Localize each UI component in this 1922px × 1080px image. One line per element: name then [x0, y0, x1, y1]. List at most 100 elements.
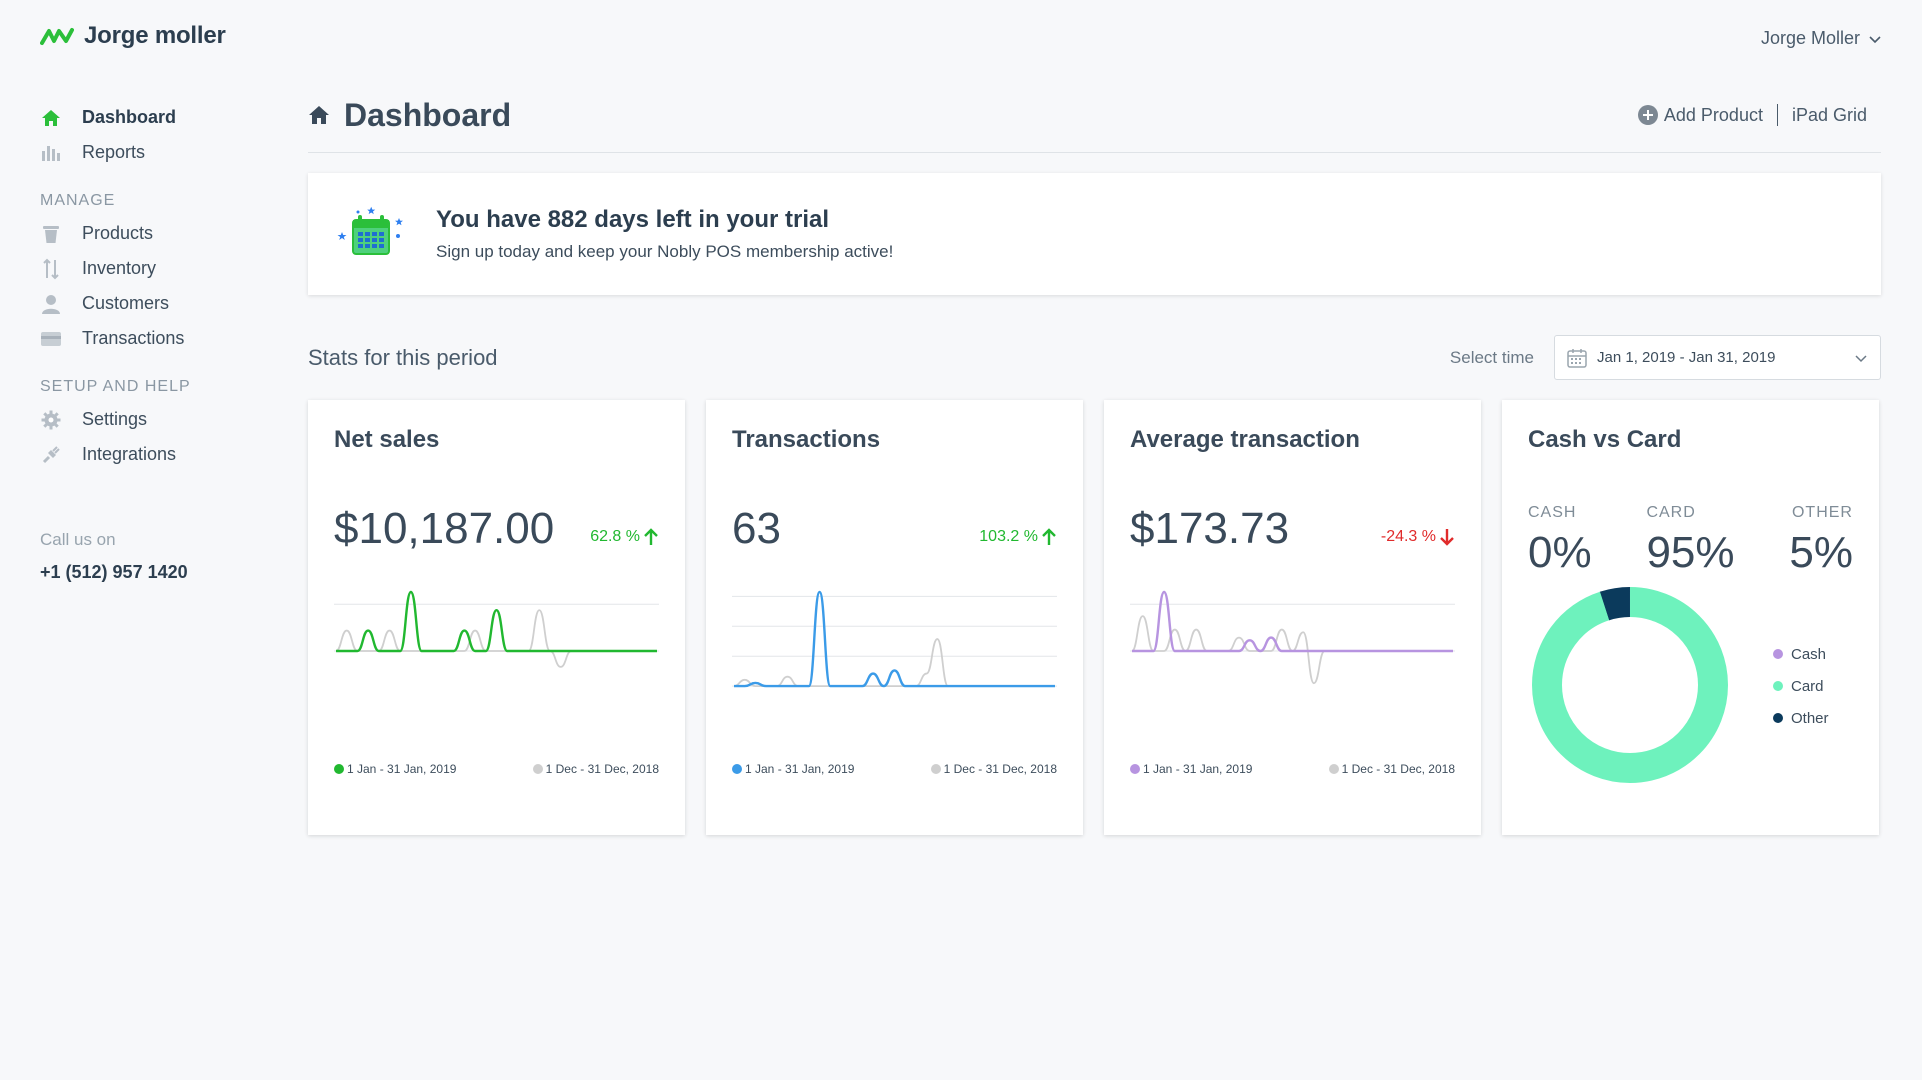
card-icon: [40, 328, 62, 350]
delta-value: -24.3 %: [1380, 528, 1436, 545]
logo-icon: [40, 28, 74, 45]
sidebar-item-label: Dashboard: [82, 107, 177, 127]
sidebar-item-label: Integrations: [82, 444, 177, 464]
gear-icon: [40, 409, 62, 431]
payment-split: CASH 0% CARD 95% OTHER 5%: [1528, 504, 1853, 578]
delta-value: 103.2 %: [979, 528, 1038, 545]
average-transaction-card[interactable]: Average transaction $173.73 -24.3 % 1 Ja…: [1104, 400, 1481, 835]
legend-dot: [930, 764, 941, 774]
trial-banner: You have 882 days left in your trial Sig…: [308, 173, 1881, 295]
net-sales-card[interactable]: Net sales $10,187.00 62.8 % 1 Jan - 31 J…: [308, 400, 685, 835]
transactions-value: 63: [732, 504, 781, 553]
card-title: Transactions: [732, 426, 881, 453]
section-label-manage: MANAGE: [40, 192, 116, 209]
user-menu[interactable]: Jorge Moller: [1761, 28, 1882, 49]
card-title: Net sales: [334, 426, 440, 453]
legend-previous: 1 Dec - 31 Dec, 2018: [532, 762, 659, 776]
legend-label: 1 Jan - 31 Jan, 2019: [1143, 762, 1253, 776]
sidebar-item-label: Reports: [82, 142, 146, 162]
home-icon: [309, 106, 329, 124]
series-line-current: [734, 590, 1055, 688]
sidebar-item-inventory[interactable]: Inventory: [40, 251, 270, 286]
payment-donut-chart: [1532, 587, 1728, 783]
legend-label: Card: [1791, 677, 1824, 695]
legend-dot: [532, 764, 543, 774]
cash-vs-card-card[interactable]: Cash vs Card CASH 0% CARD 95% OTHER 5% C…: [1502, 400, 1879, 835]
user-name: Jorge Moller: [1760, 28, 1860, 48]
series-line-previous: [1131, 615, 1453, 685]
sidebar: Dashboard Reports MANAGE Products Invent…: [40, 100, 270, 583]
donut-slice-card: [1532, 587, 1728, 783]
chart-legend: 1 Jan - 31 Jan, 2019 1 Dec - 31 Dec, 201…: [732, 762, 1057, 776]
home-icon: [40, 107, 62, 129]
page-title: Dashboard: [344, 96, 512, 133]
legend-dot: [732, 764, 742, 774]
trial-subtitle: Sign up today and keep your Nobly POS me…: [436, 242, 894, 261]
phone-number[interactable]: +1 (512) 957 1420: [40, 562, 270, 583]
calendar-icon: [1567, 348, 1587, 368]
legend-label: Cash: [1791, 645, 1827, 663]
bar-chart-icon: [40, 142, 62, 164]
legend-label: 1 Dec - 31 Dec, 2018: [1341, 762, 1455, 776]
calendar-stars-icon: [337, 206, 403, 255]
ipad-grid-button[interactable]: iPad Grid: [1792, 105, 1867, 126]
person-icon: [40, 293, 62, 315]
net-sales-delta: 62.8 %: [590, 528, 659, 546]
sidebar-item-settings[interactable]: Settings: [40, 402, 270, 437]
up-down-arrows-icon: [40, 258, 62, 280]
sidebar-item-label: Settings: [82, 409, 148, 429]
series-line-previous: [335, 609, 657, 668]
add-product-label: Add Product: [1663, 104, 1763, 125]
sidebar-item-reports[interactable]: Reports: [40, 135, 270, 170]
legend-current: 1 Jan - 31 Jan, 2019: [1130, 762, 1252, 776]
plug-icon: [40, 444, 62, 466]
other-column: OTHER 5%: [1789, 504, 1853, 578]
chart-legend: 1 Jan - 31 Jan, 2019 1 Dec - 31 Dec, 201…: [1130, 762, 1455, 776]
average-delta: -24.3 %: [1381, 528, 1455, 546]
sidebar-item-dashboard[interactable]: Dashboard: [40, 100, 270, 135]
stat-cards: Net sales $10,187.00 62.8 % 1 Jan - 31 J…: [308, 400, 1881, 835]
transactions-sparkline: [732, 590, 1057, 688]
sidebar-item-label: Transactions: [82, 328, 185, 348]
add-product-button[interactable]: Add Product: [1637, 104, 1763, 126]
main-content: Dashboard Add Product iPad Grid You have…: [308, 92, 1881, 835]
legend-label: Other: [1791, 709, 1829, 727]
sidebar-item-label: Inventory: [82, 258, 157, 278]
legend-dot: [1773, 649, 1783, 659]
legend-current: 1 Jan - 31 Jan, 2019: [732, 762, 854, 776]
legend-previous: 1 Dec - 31 Dec, 2018: [1328, 762, 1455, 776]
legend-item-card: Card: [1773, 670, 1829, 702]
stats-header: Stats for this period Select time Jan 1,…: [308, 335, 1881, 380]
date-range-picker[interactable]: Jan 1, 2019 - Jan 31, 2019: [1554, 335, 1881, 380]
sidebar-item-transactions[interactable]: Transactions: [40, 321, 270, 356]
arrow-up-icon: [644, 528, 658, 545]
legend-item-cash: Cash: [1773, 638, 1829, 670]
legend-dot: [334, 764, 344, 774]
sidebar-item-label: Products: [82, 223, 154, 243]
sidebar-item-products[interactable]: Products: [40, 216, 270, 251]
legend-label: 1 Jan - 31 Jan, 2019: [347, 762, 457, 776]
plus-circle-icon: [1637, 105, 1658, 125]
card-value: 95%: [1646, 528, 1735, 577]
page-header: Dashboard Add Product iPad Grid: [308, 92, 1881, 138]
brand[interactable]: Jorge moller: [40, 22, 226, 50]
cash-value: 0%: [1528, 528, 1592, 577]
stats-title: Stats for this period: [308, 344, 498, 370]
legend-dot: [1773, 681, 1783, 691]
cash-column: CASH 0%: [1528, 504, 1592, 578]
legend-current: 1 Jan - 31 Jan, 2019: [334, 762, 456, 776]
average-sparkline: [1130, 590, 1455, 685]
header-divider: [308, 152, 1881, 153]
average-value: $173.73: [1130, 504, 1290, 553]
legend-label: 1 Dec - 31 Dec, 2018: [943, 762, 1057, 776]
sidebar-item-customers[interactable]: Customers: [40, 286, 270, 321]
net-sales-sparkline: [334, 590, 659, 668]
sidebar-item-integrations[interactable]: Integrations: [40, 437, 270, 472]
arrow-up-icon: [1042, 528, 1056, 545]
sidebar-item-label: Customers: [82, 293, 170, 313]
arrow-down-icon: [1440, 529, 1454, 546]
legend-label: 1 Jan - 31 Jan, 2019: [745, 762, 855, 776]
delta-value: 62.8 %: [590, 528, 640, 545]
transactions-card[interactable]: Transactions 63 103.2 % 1 Jan - 31 Jan, …: [706, 400, 1083, 835]
legend-previous: 1 Dec - 31 Dec, 2018: [930, 762, 1057, 776]
